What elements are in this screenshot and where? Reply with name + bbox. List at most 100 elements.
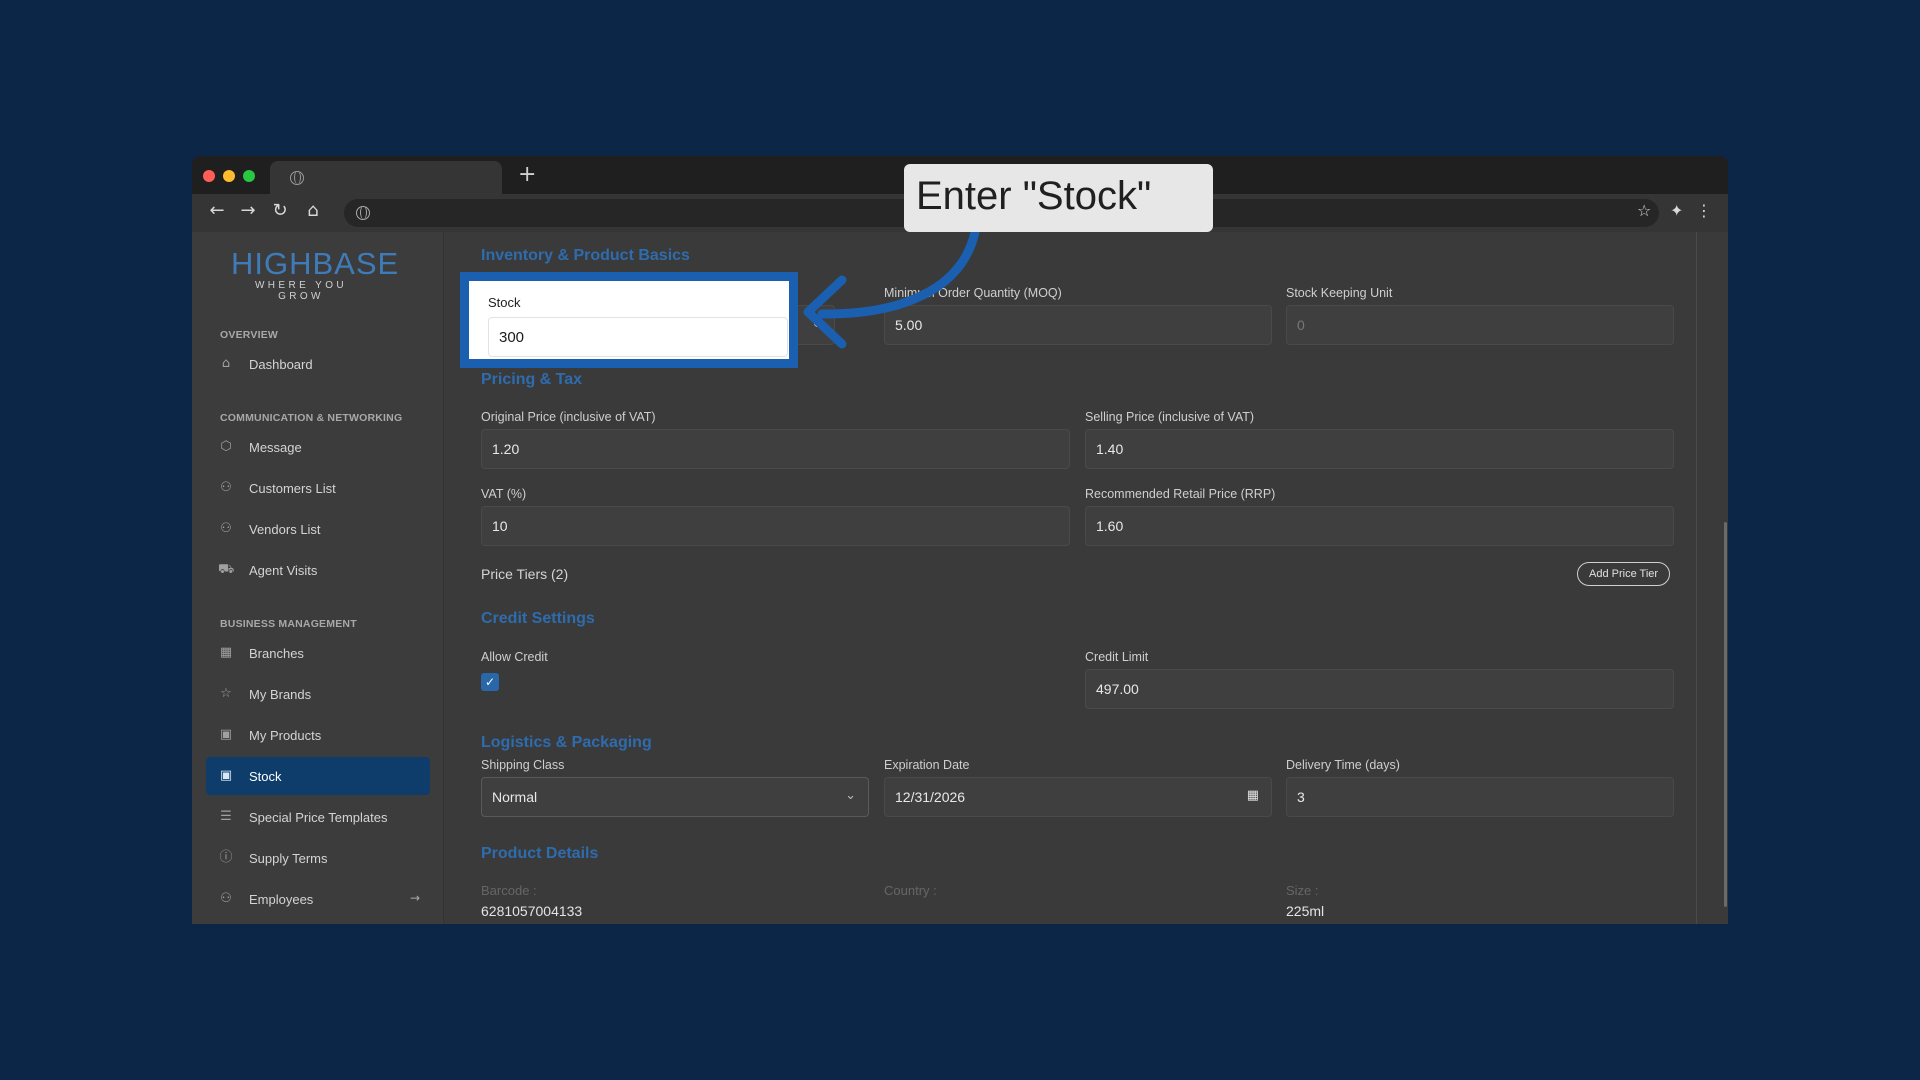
calendar-icon[interactable]: ▦ (1247, 788, 1259, 803)
sidebar-item-label: Stock (249, 769, 282, 784)
shipping-class-value: Normal (492, 789, 538, 805)
star-icon[interactable]: ☆ (1637, 201, 1651, 220)
selling-price-input[interactable]: 1.40 (1085, 429, 1674, 469)
moq-label: Minimum Order Quantity (MOQ) (884, 286, 1062, 300)
browser-tab[interactable] (270, 161, 502, 194)
star-icon: ☆ (220, 686, 232, 701)
sidebar-item-supply-terms[interactable]: ⓘ Supply Terms (206, 839, 430, 877)
section-label-business: BUSINESS MANAGEMENT (220, 618, 357, 630)
sidebar-item-branches[interactable]: ▦ Branches (206, 634, 430, 672)
sidebar-item-label: Dashboard (249, 357, 313, 372)
instruction-callout: Enter "Stock" (904, 164, 1213, 232)
chevron-down-icon: ⌄ (845, 788, 856, 803)
moq-input[interactable]: 5.00 (884, 305, 1272, 345)
sidebar-item-label: My Products (249, 728, 322, 743)
minimize-window-button[interactable] (223, 170, 235, 182)
delivery-time-input[interactable]: 3 (1286, 777, 1674, 817)
new-tab-button[interactable]: + (518, 162, 536, 187)
users-icon: ⚇ (220, 521, 232, 536)
section-heading-product-details: Product Details (481, 845, 599, 862)
highlighted-stock-field: Stock 300 (460, 272, 798, 368)
expand-arrow-icon: → (409, 891, 420, 905)
stock-input[interactable]: 300 (488, 317, 788, 357)
sidebar-item-customers-list[interactable]: ⚇ Customers List (206, 469, 430, 507)
expiration-date-value: 12/31/2026 (895, 789, 966, 805)
list-icon: ☰ (220, 809, 232, 824)
sidebar-item-dashboard[interactable]: ⌂ Dashboard (206, 345, 430, 383)
barcode-value: 6281057004133 (481, 903, 583, 919)
sidebar-item-label: Agent Visits (249, 563, 318, 578)
store-icon: ▦ (219, 645, 233, 660)
logo-text: HIGHBASE (231, 246, 400, 281)
credit-limit-input[interactable]: 497.00 (1085, 669, 1674, 709)
section-heading-inventory: Inventory & Product Basics (481, 247, 690, 264)
expiration-date-label: Expiration Date (884, 758, 970, 772)
vat-input[interactable]: 10 (481, 506, 1070, 546)
stock-label: Stock (488, 295, 521, 310)
sidebar-item-message[interactable]: ⬡ Message (206, 428, 430, 466)
credit-limit-label: Credit Limit (1085, 650, 1149, 664)
original-price-label: Original Price (inclusive of VAT) (481, 410, 656, 424)
add-price-tier-button[interactable]: Add Price Tier (1577, 562, 1671, 586)
browser-window: + ← → ↻ ⌂ ☆ ✦ ⋮ HIGHBASE WHERE YOU GROW … (192, 156, 1728, 924)
rrp-label: Recommended Retail Price (RRP) (1085, 487, 1276, 501)
section-label-overview: OVERVIEW (220, 329, 279, 341)
sku-label: Stock Keeping Unit (1286, 286, 1393, 300)
globe-icon (356, 206, 370, 220)
barcode-label: Barcode : (481, 883, 537, 898)
expiration-date-input[interactable]: 12/31/2026 ▦ (884, 777, 1272, 817)
sidebar-item-label: Supply Terms (249, 851, 328, 866)
sidebar-item-my-brands[interactable]: ☆ My Brands (206, 675, 430, 713)
box-icon: ▣ (219, 727, 233, 742)
sidebar-item-agent-visits[interactable]: ⛟ Agent Visits (206, 551, 430, 589)
maximize-window-button[interactable] (243, 170, 255, 182)
close-window-button[interactable] (203, 170, 215, 182)
box-icon: ▣ (219, 768, 233, 783)
price-tiers-label[interactable]: Price Tiers (2) (481, 566, 568, 582)
logo[interactable]: HIGHBASE WHERE YOU GROW (231, 246, 400, 302)
section-heading-logistics: Logistics & Packaging (481, 734, 652, 751)
sidebar-item-special-price-templates[interactable]: ☰ Special Price Templates (206, 798, 430, 836)
section-heading-pricing: Pricing & Tax (481, 371, 583, 388)
sidebar-item-employees[interactable]: ⚇ Employees → (206, 880, 430, 918)
sidebar-item-label: My Brands (249, 687, 312, 702)
rrp-input[interactable]: 1.60 (1085, 506, 1674, 546)
sidebar-item-vendors-list[interactable]: ⚇ Vendors List (206, 510, 430, 548)
back-button[interactable]: ← (205, 200, 229, 221)
section-label-communication: COMMUNICATION & NETWORKING (220, 412, 403, 424)
sidebar-item-label: Vendors List (249, 522, 321, 537)
scrollbar-thumb[interactable] (1724, 522, 1727, 907)
chevron-down-icon: ⌄ (811, 316, 822, 331)
sidebar-item-label: Message (249, 440, 302, 455)
original-price-input[interactable]: 1.20 (481, 429, 1070, 469)
globe-icon (290, 171, 304, 185)
sidebar-item-stock[interactable]: ▣ Stock (206, 757, 430, 795)
shipping-class-select[interactable]: Normal ⌄ (481, 777, 869, 817)
extensions-icon[interactable]: ✦ (1670, 201, 1683, 220)
info-icon: ⓘ (219, 850, 233, 865)
selling-price-label: Selling Price (inclusive of VAT) (1085, 410, 1255, 424)
reload-button[interactable]: ↻ (268, 200, 292, 221)
sku-input[interactable]: 0 (1286, 305, 1674, 345)
home-button[interactable]: ⌂ (301, 200, 325, 221)
message-icon: ⬡ (220, 439, 232, 454)
sidebar-item-label: Branches (249, 646, 304, 661)
size-label: Size : (1286, 883, 1319, 898)
shipping-class-label: Shipping Class (481, 758, 565, 772)
size-value: 225ml (1286, 903, 1325, 919)
section-heading-credit: Credit Settings (481, 610, 595, 627)
menu-icon[interactable]: ⋮ (1696, 201, 1712, 220)
team-icon: ⚇ (220, 891, 232, 906)
checkmark-icon: ✓ (484, 675, 496, 689)
app-viewport: HIGHBASE WHERE YOU GROW OVERVIEW ⌂ Dashb… (192, 232, 1728, 924)
vat-label: VAT (%) (481, 487, 527, 501)
scrollbar[interactable] (1697, 232, 1728, 924)
sidebar-item-label: Customers List (249, 481, 336, 496)
sidebar-item-my-products[interactable]: ▣ My Products (206, 716, 430, 754)
sidebar-item-label: Special Price Templates (249, 810, 388, 825)
allow-credit-checkbox[interactable]: ✓ (481, 673, 499, 691)
truck-icon: ⛟ (218, 562, 235, 577)
forward-button[interactable]: → (236, 200, 260, 221)
sidebar: HIGHBASE WHERE YOU GROW OVERVIEW ⌂ Dashb… (192, 232, 444, 924)
allow-credit-label: Allow Credit (481, 650, 548, 664)
